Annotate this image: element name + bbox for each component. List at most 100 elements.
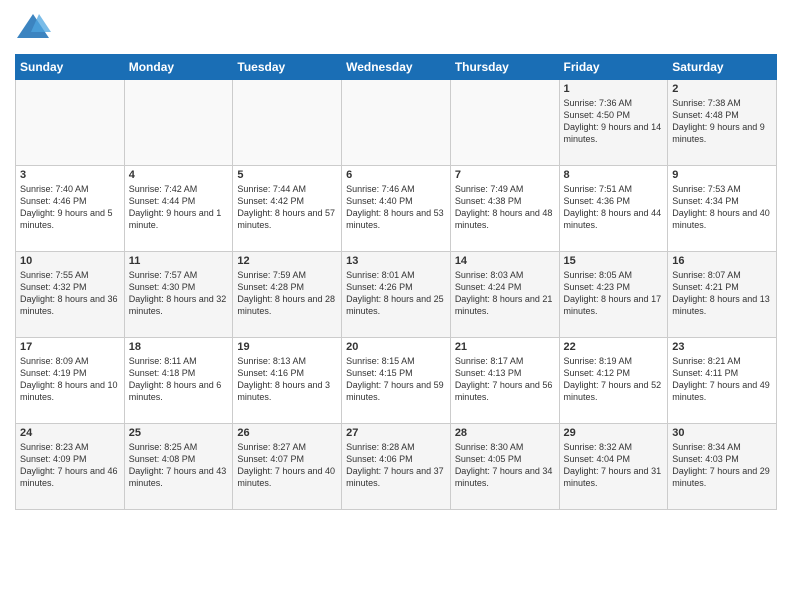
day-number: 15 — [564, 255, 664, 267]
week-row-3: 10 Sunrise: 7:55 AM Sunset: 4:32 PM Dayli… — [16, 252, 777, 338]
day-info: Sunrise: 7:53 AM Sunset: 4:34 PM Dayligh… — [672, 184, 770, 230]
day-number: 2 — [672, 83, 772, 95]
day-info: Sunrise: 7:44 AM Sunset: 4:42 PM Dayligh… — [237, 184, 335, 230]
day-number: 8 — [564, 169, 664, 181]
day-number: 1 — [564, 83, 664, 95]
calendar-cell — [16, 80, 125, 166]
weekday-header-sunday: Sunday — [16, 55, 125, 80]
day-number: 29 — [564, 427, 664, 439]
calendar-cell: 3Sunrise: 7:40 AM Sunset: 4:46 PM Daylig… — [16, 166, 125, 252]
day-info: Sunrise: 8:19 AM Sunset: 4:12 PM Dayligh… — [564, 356, 662, 402]
day-info: Sunrise: 7:57 AM Sunset: 4:30 PM Dayligh… — [129, 270, 227, 316]
day-info: Sunrise: 8:17 AM Sunset: 4:13 PM Dayligh… — [455, 356, 553, 402]
calendar-cell: 29 Sunrise: 8:32 AM Sunset: 4:04 PM Dayli… — [559, 424, 668, 510]
day-info: Sunrise: 8:28 AM Sunset: 4:06 PM Dayligh… — [346, 442, 444, 488]
calendar-cell: 23 Sunrise: 8:21 AM Sunset: 4:11 PM Dayli… — [668, 338, 777, 424]
day-number: 20 — [346, 341, 446, 353]
day-number: 13 — [346, 255, 446, 267]
weekday-header-saturday: Saturday — [668, 55, 777, 80]
calendar-cell: 21 Sunrise: 8:17 AM Sunset: 4:13 PM Dayli… — [450, 338, 559, 424]
day-info: Sunrise: 8:05 AM Sunset: 4:23 PM Dayligh… — [564, 270, 662, 316]
calendar-cell: 4Sunrise: 7:42 AM Sunset: 4:44 PM Daylig… — [124, 166, 233, 252]
calendar-cell — [233, 80, 342, 166]
day-number: 17 — [20, 341, 120, 353]
day-number: 14 — [455, 255, 555, 267]
day-number: 25 — [129, 427, 229, 439]
weekday-header-thursday: Thursday — [450, 55, 559, 80]
calendar-cell: 13 Sunrise: 8:01 AM Sunset: 4:26 PM Dayli… — [342, 252, 451, 338]
day-info: Sunrise: 7:55 AM Sunset: 4:32 PM Dayligh… — [20, 270, 118, 316]
day-info: Sunrise: 7:59 AM Sunset: 4:28 PM Dayligh… — [237, 270, 335, 316]
day-info: Sunrise: 8:01 AM Sunset: 4:26 PM Dayligh… — [346, 270, 444, 316]
weekday-header-tuesday: Tuesday — [233, 55, 342, 80]
calendar-cell: 15 Sunrise: 8:05 AM Sunset: 4:23 PM Dayli… — [559, 252, 668, 338]
day-number: 26 — [237, 427, 337, 439]
day-number: 19 — [237, 341, 337, 353]
calendar-cell: 27 Sunrise: 8:28 AM Sunset: 4:06 PM Dayli… — [342, 424, 451, 510]
calendar-cell: 12 Sunrise: 7:59 AM Sunset: 4:28 PM Dayli… — [233, 252, 342, 338]
day-info: Sunrise: 7:49 AM Sunset: 4:38 PM Dayligh… — [455, 184, 553, 230]
calendar-cell: 25 Sunrise: 8:25 AM Sunset: 4:08 PM Dayli… — [124, 424, 233, 510]
calendar-cell: 17 Sunrise: 8:09 AM Sunset: 4:19 PM Dayli… — [16, 338, 125, 424]
day-number: 4 — [129, 169, 229, 181]
day-info: Sunrise: 7:36 AM Sunset: 4:50 PM Dayligh… — [564, 98, 662, 144]
day-info: Sunrise: 8:07 AM Sunset: 4:21 PM Dayligh… — [672, 270, 770, 316]
week-row-1: 1 Sunrise: 7:36 AM Sunset: 4:50 PM Daylig… — [16, 80, 777, 166]
page: SundayMondayTuesdayWednesdayThursdayFrid… — [0, 0, 792, 612]
calendar-cell: 9Sunrise: 7:53 AM Sunset: 4:34 PM Daylig… — [668, 166, 777, 252]
day-info: Sunrise: 7:40 AM Sunset: 4:46 PM Dayligh… — [20, 184, 113, 230]
day-number: 6 — [346, 169, 446, 181]
calendar-cell: 30Sunrise: 8:34 AM Sunset: 4:03 PM Dayli… — [668, 424, 777, 510]
calendar-cell: 20 Sunrise: 8:15 AM Sunset: 4:15 PM Dayli… — [342, 338, 451, 424]
day-number: 10 — [20, 255, 120, 267]
day-number: 30 — [672, 427, 772, 439]
day-number: 22 — [564, 341, 664, 353]
day-number: 18 — [129, 341, 229, 353]
week-row-4: 17 Sunrise: 8:09 AM Sunset: 4:19 PM Dayli… — [16, 338, 777, 424]
day-info: Sunrise: 8:25 AM Sunset: 4:08 PM Dayligh… — [129, 442, 227, 488]
calendar-cell: 26 Sunrise: 8:27 AM Sunset: 4:07 PM Dayli… — [233, 424, 342, 510]
day-info: Sunrise: 8:09 AM Sunset: 4:19 PM Dayligh… — [20, 356, 118, 402]
calendar-cell: 7 Sunrise: 7:49 AM Sunset: 4:38 PM Daylig… — [450, 166, 559, 252]
calendar-cell: 14 Sunrise: 8:03 AM Sunset: 4:24 PM Dayli… — [450, 252, 559, 338]
calendar-cell — [124, 80, 233, 166]
day-number: 11 — [129, 255, 229, 267]
calendar-cell — [342, 80, 451, 166]
weekday-header-row: SundayMondayTuesdayWednesdayThursdayFrid… — [16, 55, 777, 80]
logo-icon — [15, 10, 51, 46]
day-info: Sunrise: 8:30 AM Sunset: 4:05 PM Dayligh… — [455, 442, 553, 488]
calendar-cell: 16 Sunrise: 8:07 AM Sunset: 4:21 PM Dayli… — [668, 252, 777, 338]
day-info: Sunrise: 7:51 AM Sunset: 4:36 PM Dayligh… — [564, 184, 662, 230]
calendar-cell: 8 Sunrise: 7:51 AM Sunset: 4:36 PM Daylig… — [559, 166, 668, 252]
day-number: 5 — [237, 169, 337, 181]
logo — [15, 10, 55, 46]
calendar-cell: 28Sunrise: 8:30 AM Sunset: 4:05 PM Dayli… — [450, 424, 559, 510]
calendar-cell: 2 Sunrise: 7:38 AM Sunset: 4:48 PM Daylig… — [668, 80, 777, 166]
day-info: Sunrise: 8:13 AM Sunset: 4:16 PM Dayligh… — [237, 356, 330, 402]
weekday-header-monday: Monday — [124, 55, 233, 80]
day-info: Sunrise: 8:21 AM Sunset: 4:11 PM Dayligh… — [672, 356, 770, 402]
day-info: Sunrise: 8:27 AM Sunset: 4:07 PM Dayligh… — [237, 442, 335, 488]
day-info: Sunrise: 7:38 AM Sunset: 4:48 PM Dayligh… — [672, 98, 765, 144]
day-number: 16 — [672, 255, 772, 267]
header — [15, 10, 777, 46]
calendar-cell: 24Sunrise: 8:23 AM Sunset: 4:09 PM Dayli… — [16, 424, 125, 510]
day-number: 23 — [672, 341, 772, 353]
calendar-cell: 22 Sunrise: 8:19 AM Sunset: 4:12 PM Dayli… — [559, 338, 668, 424]
weekday-header-friday: Friday — [559, 55, 668, 80]
calendar-table: SundayMondayTuesdayWednesdayThursdayFrid… — [15, 54, 777, 510]
day-number: 27 — [346, 427, 446, 439]
calendar-cell: 19 Sunrise: 8:13 AM Sunset: 4:16 PM Dayli… — [233, 338, 342, 424]
calendar-cell — [450, 80, 559, 166]
day-number: 7 — [455, 169, 555, 181]
day-info: Sunrise: 8:32 AM Sunset: 4:04 PM Dayligh… — [564, 442, 662, 488]
day-info: Sunrise: 8:11 AM Sunset: 4:18 PM Dayligh… — [129, 356, 222, 402]
day-number: 21 — [455, 341, 555, 353]
day-info: Sunrise: 8:23 AM Sunset: 4:09 PM Dayligh… — [20, 442, 118, 488]
calendar-cell: 11 Sunrise: 7:57 AM Sunset: 4:30 PM Dayli… — [124, 252, 233, 338]
weekday-header-wednesday: Wednesday — [342, 55, 451, 80]
day-number: 12 — [237, 255, 337, 267]
day-info: Sunrise: 8:15 AM Sunset: 4:15 PM Dayligh… — [346, 356, 444, 402]
day-info: Sunrise: 8:03 AM Sunset: 4:24 PM Dayligh… — [455, 270, 553, 316]
calendar-cell: 10 Sunrise: 7:55 AM Sunset: 4:32 PM Dayli… — [16, 252, 125, 338]
